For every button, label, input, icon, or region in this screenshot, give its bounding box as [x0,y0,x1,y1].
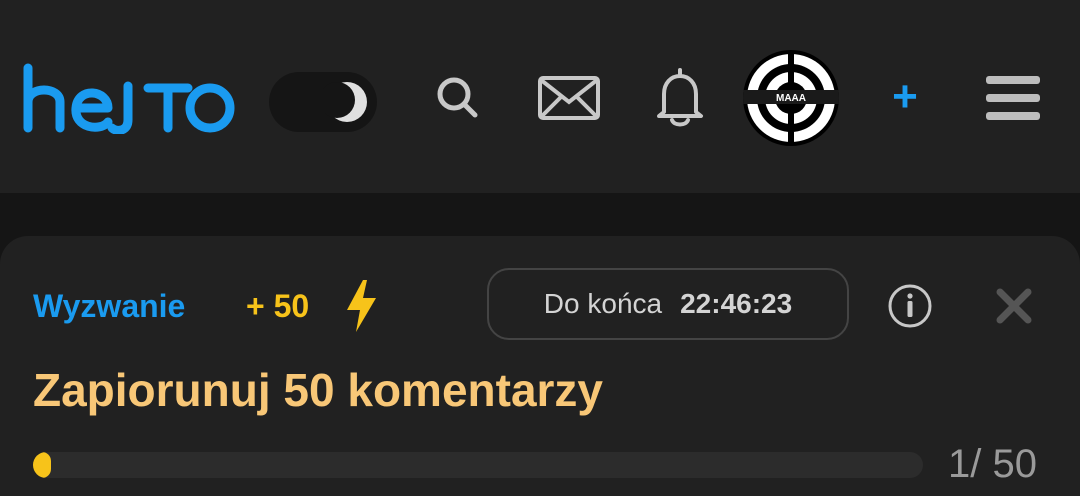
hejto-logo[interactable]: hejto [20,62,236,134]
challenge-points: + 50 [246,288,310,324]
lightning-icon [347,280,376,332]
mail-icon[interactable] [538,76,600,120]
avatar-image: MAAA [743,54,839,142]
bell-icon[interactable] [656,66,704,128]
moon-icon [323,82,367,122]
progress-text: 1/ 50 [948,442,1037,486]
avatar-label: MAAA [776,93,806,104]
theme-toggle[interactable] [269,72,377,132]
timer-value: 22:46:23 [680,288,793,319]
add-post-button[interactable]: + [882,73,928,121]
close-icon[interactable] [995,287,1033,325]
info-icon[interactable] [887,283,933,329]
timer-label: Do końca [543,288,663,319]
challenge-progress-bar [33,452,923,478]
logo-text: hejto [20,62,23,63]
challenge-timer: Do końca 22:46:23 [487,268,849,340]
challenge-title: Zapiorunuj 50 komentarzy [33,364,604,416]
challenge-label: Wyzwanie [33,288,186,324]
menu-icon[interactable] [986,74,1040,122]
search-icon[interactable] [434,74,480,120]
user-avatar[interactable]: MAAA [743,50,839,146]
